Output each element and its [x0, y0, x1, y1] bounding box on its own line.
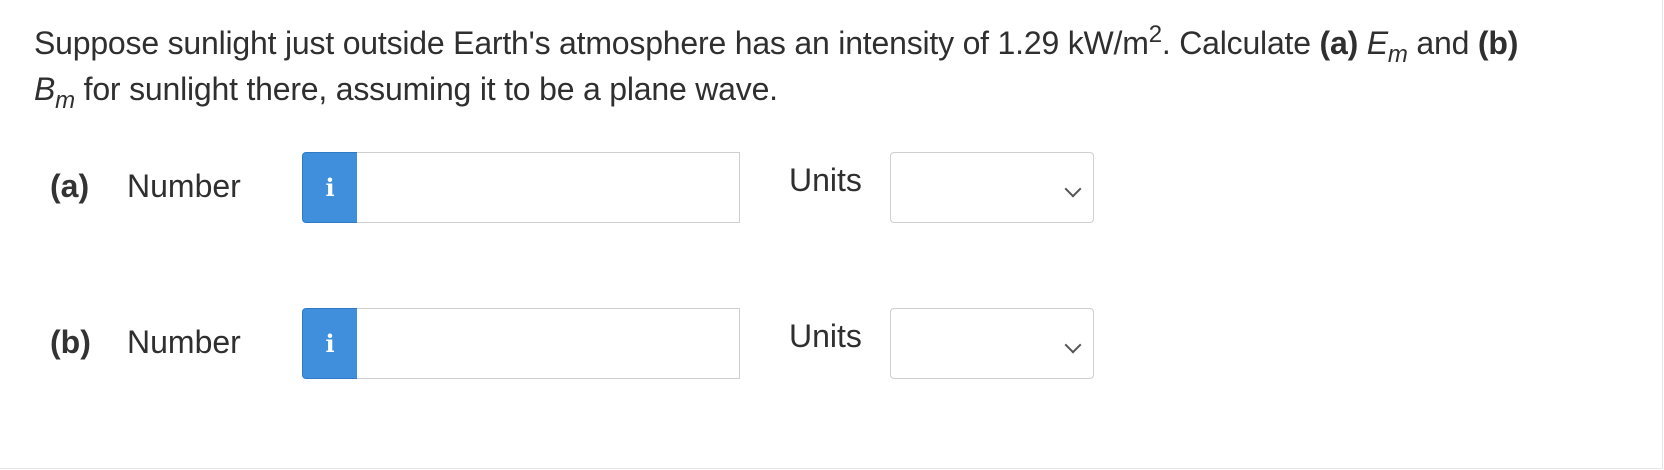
units-label-a: Units: [789, 162, 862, 198]
number-label-b: Number: [127, 324, 241, 360]
info-button-a[interactable]: i: [302, 152, 358, 223]
answer-row-b: (b) Number i Units: [0, 308, 1664, 380]
number-input-a[interactable]: [357, 152, 740, 223]
part-label-b: (b): [50, 324, 91, 360]
units-select-a[interactable]: [890, 152, 1094, 223]
chevron-down-icon: [1064, 336, 1082, 354]
number-input-b[interactable]: [357, 308, 740, 379]
info-icon: i: [325, 329, 335, 358]
number-label-a: Number: [127, 168, 241, 204]
units-select-b[interactable]: [890, 308, 1094, 379]
answer-row-a: (a) Number i Units: [0, 152, 1664, 224]
question-text: Suppose sunlight just outside Earth's at…: [34, 21, 1519, 114]
info-icon: i: [325, 173, 335, 202]
chevron-down-icon: [1064, 180, 1082, 198]
units-label-b: Units: [789, 318, 862, 354]
part-label-a: (a): [50, 168, 90, 204]
info-button-b[interactable]: i: [302, 308, 358, 379]
